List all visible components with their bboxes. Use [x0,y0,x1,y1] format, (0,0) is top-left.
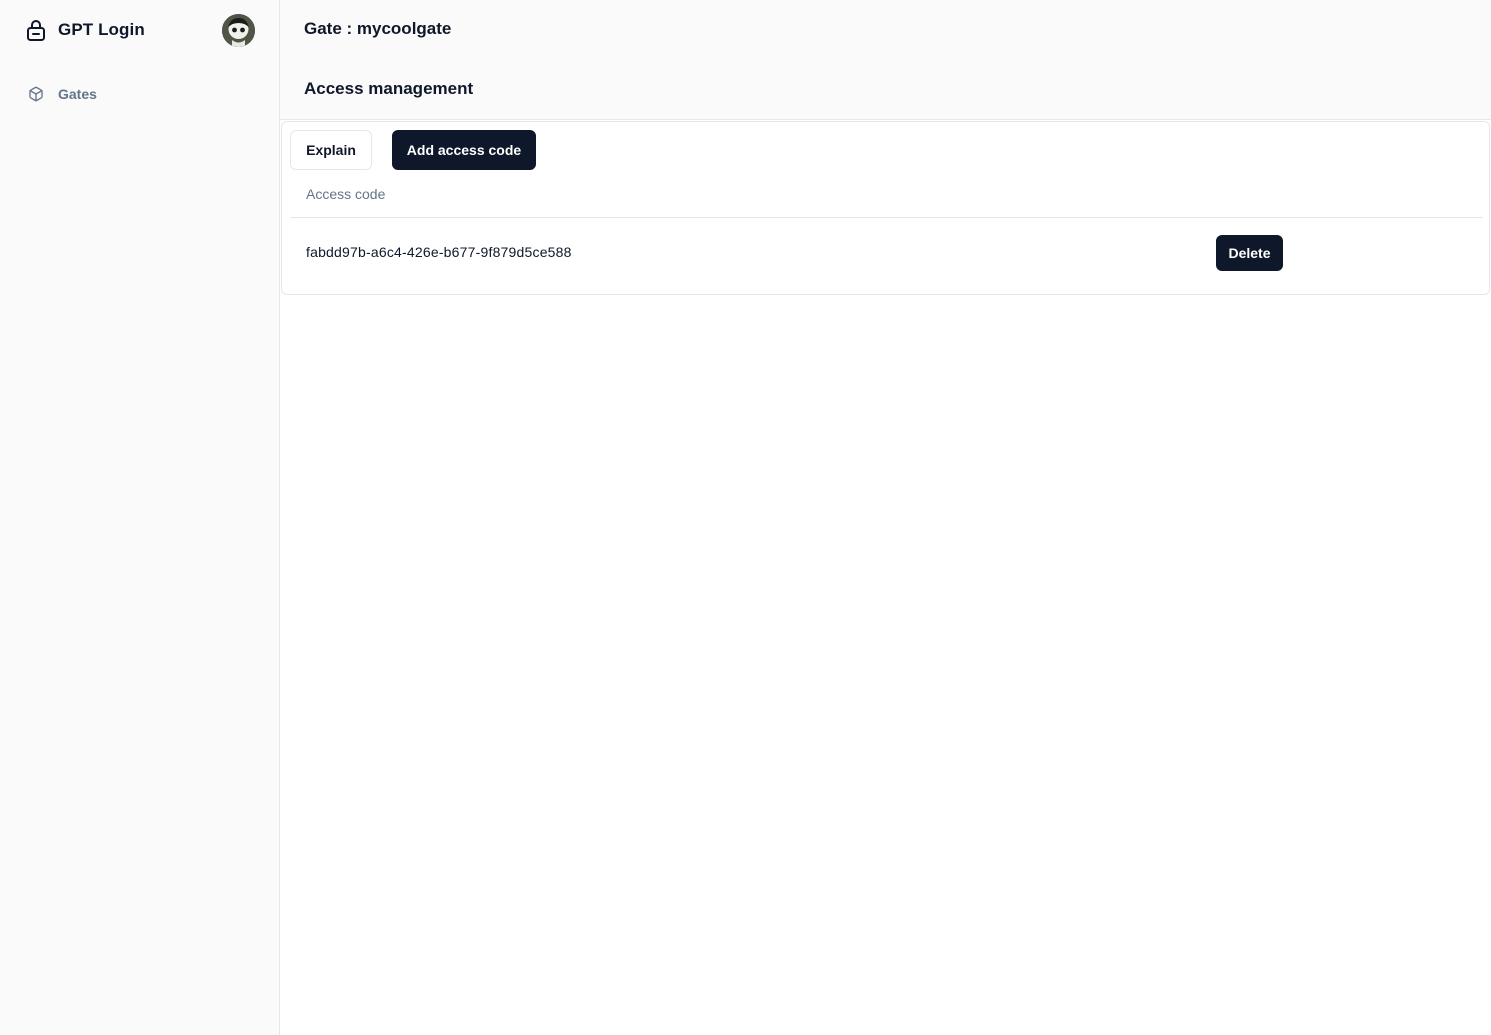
brand-name: GPT Login [58,20,145,39]
delete-button[interactable]: Delete [1216,235,1283,271]
access-code-value: fabdd97b-a6c4-426e-b677-9f879d5ce588 [306,244,572,260]
explain-button[interactable]: Explain [290,130,372,170]
box-icon [28,86,44,102]
access-codes-card: Explain Add access code Access code fabd… [281,121,1490,295]
page-title: Gate : mycoolgate [304,19,452,38]
sidebar-item-label: Gates [58,86,97,102]
main-header: Gate : mycoolgate Access management [280,0,1491,120]
table-row: fabdd97b-a6c4-426e-b677-9f879d5ce588 Del… [290,218,1483,288]
section-title: Access management [304,79,474,98]
user-avatar[interactable] [222,14,255,47]
sidebar-item-gates[interactable]: Gates [24,83,256,105]
brand[interactable]: GPT Login [24,18,145,42]
table-header: Access code [290,178,1483,218]
access-codes-table: Access code fabdd97b-a6c4-426e-b677-9f87… [290,178,1483,288]
lock-icon [24,18,48,42]
column-header-access-code: Access code [306,186,386,202]
add-access-code-button[interactable]: Add access code [392,130,536,170]
app-root: GPT Login Gates Gate: mycoolgate Access… [0,0,1491,1035]
main-content: Gate : mycoolgate Access management Expl… [280,0,1491,1035]
sidebar: GPT Login Gates [0,0,280,1035]
